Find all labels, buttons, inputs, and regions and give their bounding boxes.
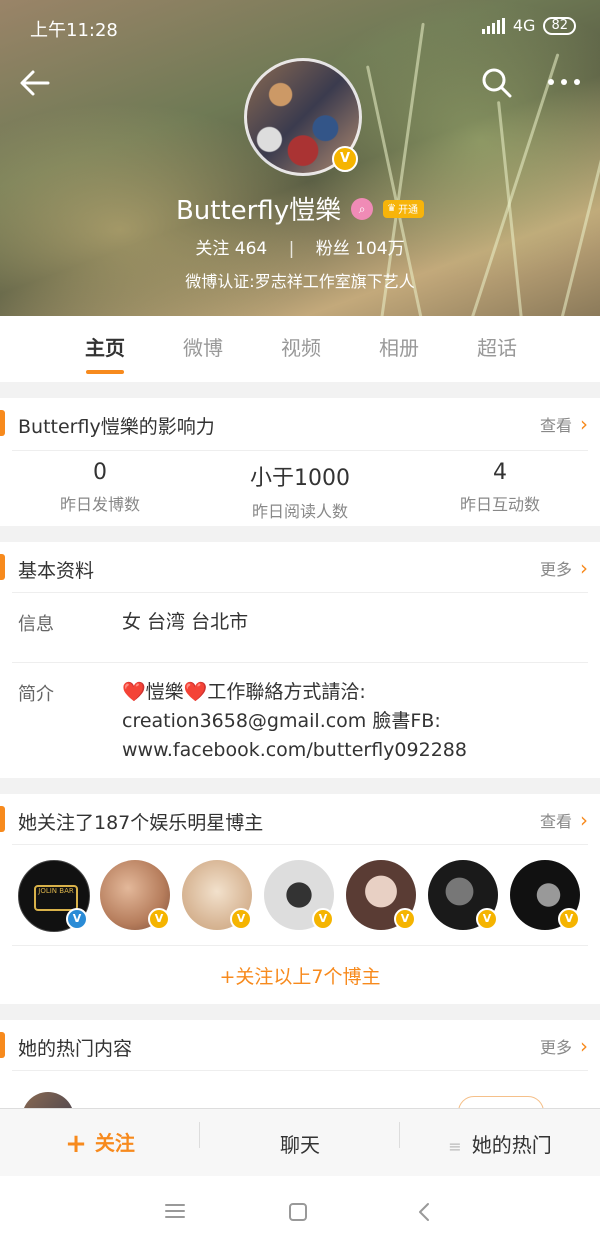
stat-value: 0 [93, 460, 107, 485]
verified-badge-icon: V [312, 908, 334, 930]
following-label: 关注 [195, 239, 230, 259]
section-accent [0, 554, 5, 580]
link-label: 更多 [539, 1038, 572, 1057]
link-label: 查看 [539, 812, 572, 831]
basic-info-title: 基本资料 [18, 560, 95, 582]
status-time: 上午11:28 [30, 20, 118, 41]
section-accent [0, 410, 5, 436]
bio-label: 简介 [18, 684, 54, 705]
bottom-action-bar: + 关注 聊天 ≡ 她的热门 [0, 1108, 600, 1177]
link-label: 查看 [539, 416, 572, 435]
hot-content-more-link[interactable]: 更多 › [540, 1034, 588, 1058]
basic-info-card: 基本资料 更多 › 信息 女 台湾 台北市 简介 ❤️愷樂❤️工作聯絡方式請洽:… [0, 542, 600, 778]
verified-badge-icon: V [230, 908, 252, 930]
hot-content-card: 她的热门内容 更多 › [0, 1020, 600, 1144]
signal-icon [481, 17, 505, 34]
stat-interactions: 4 昨日互动数 [400, 460, 600, 515]
network-type: 4G [512, 16, 536, 35]
jolin-bar-logo: JOLIN BAR [34, 885, 78, 911]
follow-label: 关注 [94, 1131, 135, 1155]
verified-badge-icon: V [148, 908, 170, 930]
following-view-link[interactable]: 查看 › [540, 808, 588, 832]
chevron-right-icon: › [580, 412, 588, 436]
section-accent [0, 1032, 5, 1058]
verified-badge-icon: V [66, 908, 88, 930]
info-label: 信息 [18, 614, 54, 635]
influence-view-link[interactable]: 查看 › [540, 412, 588, 436]
profile-name: Butterfly愷樂 [175, 196, 342, 226]
status-icons: 4G 82 [481, 16, 576, 35]
stat-value: 4 [493, 460, 507, 485]
stat-posts: 0 昨日发博数 [0, 460, 200, 515]
hot-content-title: 她的热门内容 [18, 1038, 133, 1060]
plus-icon: + [65, 1129, 87, 1159]
stat-label: 昨日发博数 [59, 495, 140, 514]
battery-icon: 82 [543, 16, 576, 35]
divider [12, 945, 588, 946]
crown-icon: ♛ [387, 203, 397, 214]
home-square-icon[interactable] [288, 1202, 308, 1222]
tab-video[interactable]: 视频 [252, 316, 350, 382]
divider [399, 1122, 400, 1148]
super-topic-badge-icon[interactable]: ⌕ [351, 197, 374, 220]
following-stat[interactable]: 关注 464 [195, 239, 272, 259]
follow-all-button[interactable]: +关注以上7个博主 [0, 962, 600, 989]
influence-card: Butterfly愷樂的影响力 查看 › 0 昨日发博数 小于1000 昨日阅读… [0, 398, 600, 526]
verified-badge-icon: V [394, 908, 416, 930]
verified-badge-icon: V [476, 908, 498, 930]
divider [12, 1070, 588, 1071]
verified-badge-icon: V [558, 908, 580, 930]
bio-value: ❤️愷樂❤️工作聯絡方式請洽: creation3658@gmail.com 臉… [122, 678, 467, 765]
vip-badge[interactable]: ♛ 开通 [383, 199, 425, 218]
nav-back-icon[interactable] [416, 1202, 432, 1222]
vip-label: 开通 [398, 205, 419, 216]
following-title: 她关注了187个娱乐明星博主 [18, 812, 264, 834]
hot-button[interactable]: ≡ 她的热门 [400, 1129, 600, 1158]
menu-lines-icon: ≡ [448, 1136, 462, 1156]
hot-label: 她的热门 [471, 1132, 552, 1157]
count-separator: | [288, 239, 295, 259]
chevron-right-icon: › [580, 808, 588, 832]
followers-count: 104万 [355, 239, 405, 259]
follow-counts: 关注 464 | 粉丝 104万 [0, 234, 600, 259]
basic-info-more-link[interactable]: 更多 › [540, 556, 588, 580]
stat-label: 昨日互动数 [459, 495, 540, 514]
info-value: 女 台湾 台北市 [122, 611, 249, 633]
follow-button[interactable]: + 关注 [0, 1127, 200, 1159]
divider [12, 662, 588, 663]
tab-super-topic[interactable]: 超话 [448, 316, 546, 382]
bio-line: www.facebook.com/butterfly092288 [122, 739, 467, 761]
following-count: 464 [234, 239, 268, 259]
tab-weibo[interactable]: 微博 [154, 316, 252, 382]
stat-readers: 小于1000 昨日阅读人数 [200, 460, 400, 522]
section-accent [0, 806, 5, 832]
chevron-right-icon: › [580, 1034, 588, 1058]
profile-name-row: Butterfly愷樂 ⌕ ♛ 开通 [0, 190, 600, 227]
divider [12, 844, 588, 845]
tab-album[interactable]: 相册 [350, 316, 448, 382]
link-label: 更多 [539, 560, 572, 579]
verification-text: 微博认证:罗志祥工作室旗下艺人 [185, 272, 415, 291]
followers-label: 粉丝 [315, 239, 350, 259]
chevron-right-icon: › [580, 556, 588, 580]
chat-button[interactable]: 聊天 [200, 1129, 400, 1158]
verified-badge-icon: V [332, 146, 358, 172]
divider [12, 592, 588, 593]
stat-label: 昨日阅读人数 [251, 502, 348, 521]
tab-home[interactable]: 主页 [56, 316, 154, 382]
bio-line: creation3658@gmail.com 臉書FB: [122, 710, 441, 732]
profile-tabs: 主页 微博 视频 相册 超话 [0, 316, 600, 382]
more-icon[interactable] [546, 72, 582, 92]
followers-stat[interactable]: 粉丝 104万 [316, 239, 405, 259]
divider [199, 1122, 200, 1148]
menu-icon[interactable] [164, 1202, 186, 1220]
stat-value: 小于1000 [250, 466, 350, 491]
system-nav-bar [0, 1176, 600, 1248]
divider [12, 450, 588, 451]
back-arrow-icon[interactable] [18, 66, 52, 100]
bio-line: ❤️愷樂❤️工作聯絡方式請洽: [122, 681, 366, 703]
search-icon[interactable] [480, 66, 514, 100]
influence-title: Butterfly愷樂的影响力 [18, 416, 215, 438]
